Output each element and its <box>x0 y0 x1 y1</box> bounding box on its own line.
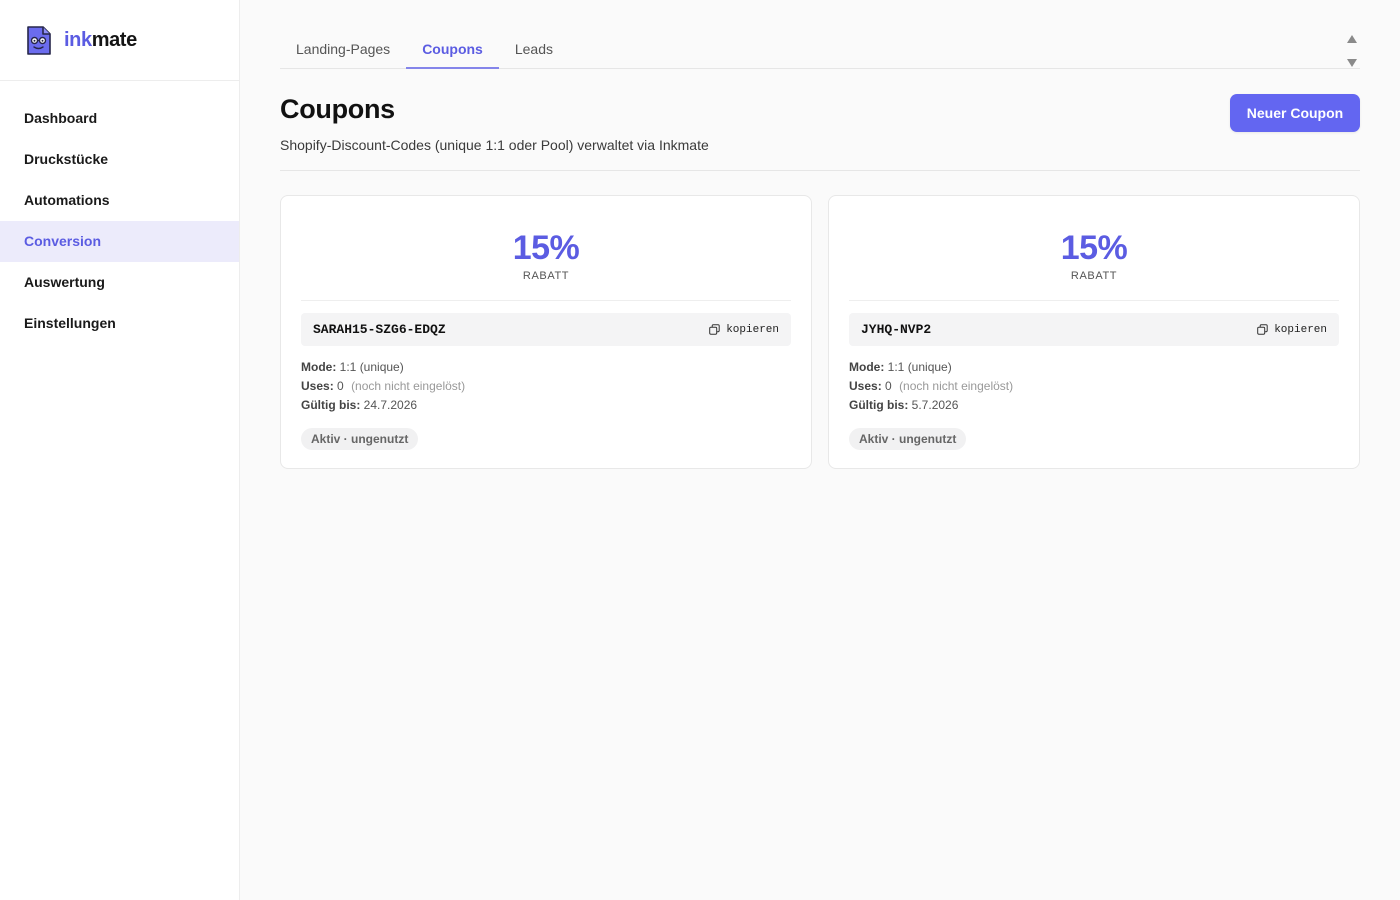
mode-label: Mode: <box>301 360 337 374</box>
uses-label: Uses: <box>301 379 334 393</box>
uses-row: Uses: 0 (noch nicht eingelöst) <box>849 377 1339 396</box>
valid-value: 5.7.2026 <box>911 398 959 412</box>
copy-icon <box>709 324 720 335</box>
coupon-code-row: SARAH15-SZG6-EDQZ kopieren <box>301 313 791 346</box>
scroll-down-icon[interactable] <box>1347 59 1357 67</box>
valid-label: Gültig bis: <box>849 398 909 412</box>
discount-value: 15% <box>1060 229 1128 267</box>
scroll-up-icon[interactable] <box>1347 35 1357 43</box>
coupon-code: SARAH15-SZG6-EDQZ <box>313 322 446 337</box>
uses-row: Uses: 0 (noch nicht eingelöst) <box>301 377 791 396</box>
tab-leads[interactable]: Leads <box>499 30 569 69</box>
mode-label: Mode: <box>849 360 885 374</box>
tab-bar: Landing-Pages Coupons Leads <box>280 30 1360 69</box>
discount-label: RABATT <box>522 270 570 282</box>
page-subtitle: Shopify-Discount-Codes (unique 1:1 oder … <box>280 137 709 153</box>
new-coupon-button[interactable]: Neuer Coupon <box>1230 94 1360 132</box>
sidebar-item-dashboard[interactable]: Dashboard <box>0 98 239 139</box>
main-content: Landing-Pages Coupons Leads Coupons Shop… <box>280 0 1360 900</box>
uses-note: (noch nicht eingelöst) <box>351 379 466 393</box>
coupon-code-row: JYHQ-NVP2 kopieren <box>849 313 1339 346</box>
discount-value: 15% <box>512 229 580 267</box>
page-header: Coupons Shopify-Discount-Codes (unique 1… <box>280 94 1360 171</box>
brand[interactable]: inkmate <box>0 0 239 81</box>
inkmate-face-icon <box>27 25 51 55</box>
mode-row: Mode: 1:1 (unique) <box>849 358 1339 377</box>
brand-name: inkmate <box>64 29 137 52</box>
tab-coupons[interactable]: Coupons <box>406 30 499 69</box>
sidebar-item-einstellungen[interactable]: Einstellungen <box>0 303 239 344</box>
sidebar-item-conversion[interactable]: Conversion <box>0 221 239 262</box>
copy-icon <box>1257 324 1268 335</box>
valid-label: Gültig bis: <box>301 398 361 412</box>
coupon-code: JYHQ-NVP2 <box>861 322 932 337</box>
copy-button[interactable]: kopieren <box>709 324 779 336</box>
valid-value: 24.7.2026 <box>363 398 418 412</box>
tab-landing-pages[interactable]: Landing-Pages <box>280 30 406 69</box>
coupon-card: 15% RABATT JYHQ-NVP2 kopieren Mode: 1:1 … <box>828 195 1360 469</box>
sidebar: inkmate Dashboard Druckstücke Automation… <box>0 0 240 900</box>
uses-value: 0 <box>885 379 892 393</box>
mode-value: 1:1 (unique) <box>339 360 404 374</box>
uses-label: Uses: <box>849 379 882 393</box>
sidebar-item-automations[interactable]: Automations <box>0 180 239 221</box>
sidebar-nav: Dashboard Druckstücke Automations Conver… <box>0 81 239 344</box>
mode-value: 1:1 (unique) <box>887 360 952 374</box>
sidebar-item-auswertung[interactable]: Auswertung <box>0 262 239 303</box>
coupon-card: 15% RABATT SARAH15-SZG6-EDQZ kopieren Mo… <box>280 195 812 469</box>
copy-label: kopieren <box>1274 323 1327 336</box>
mode-row: Mode: 1:1 (unique) <box>301 358 791 377</box>
valid-row: Gültig bis: 24.7.2026 <box>301 396 791 415</box>
coupon-list: 15% RABATT SARAH15-SZG6-EDQZ kopieren Mo… <box>280 195 1360 469</box>
coupon-meta: Mode: 1:1 (unique) Uses: 0 (noch nicht e… <box>849 358 1339 415</box>
copy-label: kopieren <box>726 323 779 336</box>
coupon-meta: Mode: 1:1 (unique) Uses: 0 (noch nicht e… <box>301 358 791 415</box>
sidebar-item-druckstuecke[interactable]: Druckstücke <box>0 139 239 180</box>
status-badge: Aktiv · ungenutzt <box>301 428 419 450</box>
brand-name-mate: mate <box>91 28 137 51</box>
page-title: Coupons <box>280 94 395 124</box>
discount-block: 15% RABATT <box>849 196 1339 301</box>
uses-value: 0 <box>337 379 344 393</box>
brand-name-ink: ink <box>64 28 92 51</box>
status-badge: Aktiv · ungenutzt <box>849 428 967 450</box>
discount-label: RABATT <box>1070 270 1118 282</box>
valid-row: Gültig bis: 5.7.2026 <box>849 396 1339 415</box>
tab-scroll-control[interactable] <box>1346 35 1358 67</box>
copy-button[interactable]: kopieren <box>1257 324 1327 336</box>
discount-block: 15% RABATT <box>301 196 791 301</box>
uses-note: (noch nicht eingelöst) <box>899 379 1014 393</box>
